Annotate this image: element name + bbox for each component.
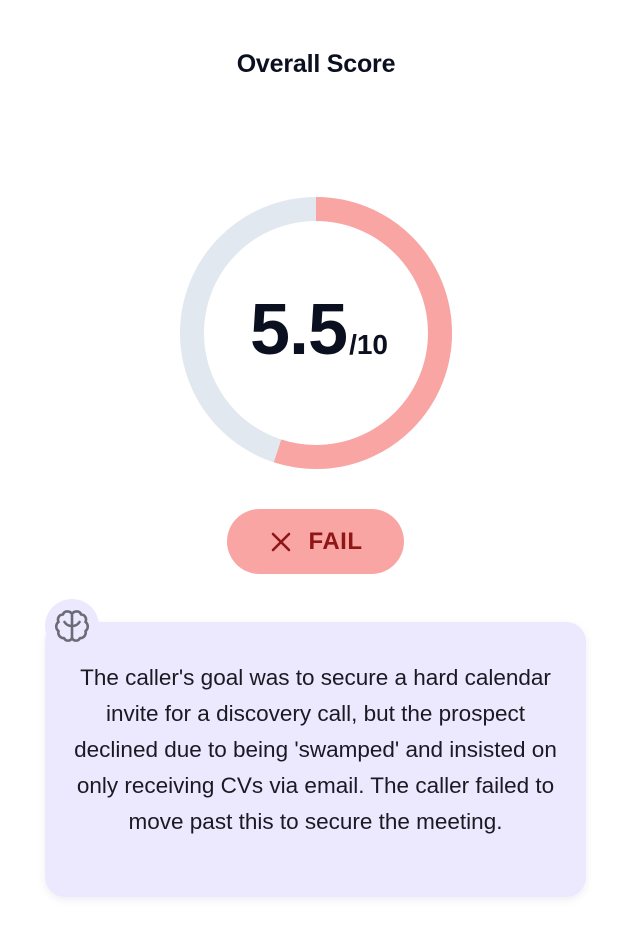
page-title: Overall Score [236, 50, 396, 78]
status-label: FAIL [308, 527, 363, 555]
score-value: 5.5 [249, 290, 348, 370]
brain-icon-badge [45, 599, 99, 653]
reasoning-text: The caller's goal was to secure a hard c… [74, 665, 557, 834]
brain-icon [54, 610, 90, 642]
status-badge: FAIL [227, 509, 404, 574]
score-max: /10 [349, 329, 389, 360]
reasoning-card: The caller's goal was to secure a hard c… [45, 622, 586, 897]
x-icon [271, 532, 290, 551]
score-display: 5.5 /10 [180, 197, 452, 469]
